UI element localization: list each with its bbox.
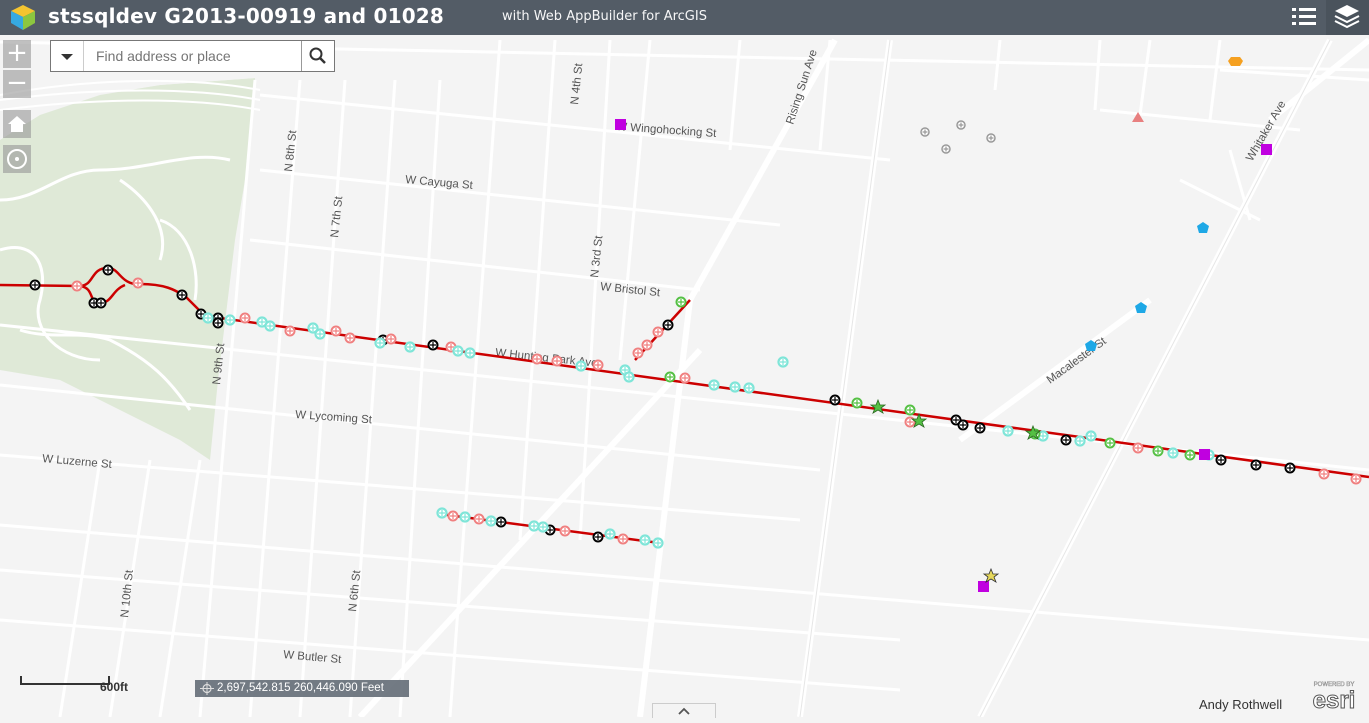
symbols-pentagon [1085, 222, 1209, 351]
esri-logo[interactable]: POWERED BY esri [1303, 678, 1365, 714]
map-view[interactable]: W Wingohocking St W Cayuga St W Bristol … [0, 35, 1369, 720]
symbols-gray [920, 120, 996, 154]
app-header: stssqldev G2013-00919 and 01028 with Web… [0, 0, 1369, 35]
esri-brand-text: esri [1313, 687, 1356, 714]
symbols-square [615, 119, 1272, 592]
home-icon [8, 116, 26, 132]
legend-list-icon[interactable] [1290, 3, 1318, 31]
symbol-orange-hexagon [1228, 57, 1243, 66]
home-button[interactable] [3, 110, 31, 138]
symbols-star [869, 398, 1042, 583]
attribute-table-toggle[interactable] [652, 703, 716, 718]
chevron-up-icon [678, 707, 690, 715]
zoom-out-button[interactable]: − [3, 70, 31, 98]
zoom-in-button[interactable]: + [3, 40, 31, 68]
locate-icon [7, 149, 27, 169]
app-subtitle: with Web AppBuilder for ArcGIS [502, 9, 707, 24]
search-button[interactable] [301, 41, 334, 71]
symbol-triangle [1132, 112, 1144, 122]
coordinate-readout: 2,697,542.815 260,446.090 Feet [217, 682, 384, 694]
crosshair-icon[interactable] [198, 680, 216, 697]
scale-bar [20, 676, 110, 685]
app-logo-icon [11, 5, 35, 30]
feature-symbols[interactable] [0, 35, 1369, 717]
app-title: stssqldev G2013-00919 and 01028 [48, 4, 445, 28]
attribution-text: Andy Rothwell [1199, 697, 1283, 712]
search-icon [309, 47, 326, 64]
layers-icon [1334, 5, 1360, 29]
layer-list-button[interactable] [1326, 0, 1369, 35]
chevron-down-icon [61, 54, 73, 60]
symbols-cyan [202, 312, 1215, 549]
symbols-green [664, 296, 1196, 461]
search-source-dropdown[interactable] [51, 41, 84, 71]
symbols-black [29, 264, 1296, 543]
scale-label: 600ft [100, 680, 129, 694]
locate-button[interactable] [3, 145, 31, 173]
search-input[interactable] [84, 41, 299, 71]
coordinate-widget[interactable]: 2,697,542.815 260,446.090 Feet [195, 680, 409, 697]
search-widget [50, 40, 335, 72]
